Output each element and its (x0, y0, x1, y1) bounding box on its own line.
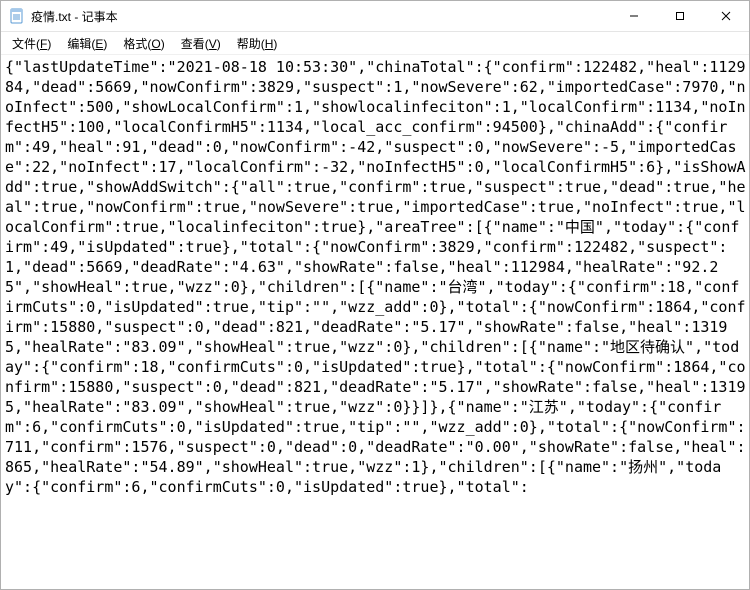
menu-format[interactable]: 格式(O) (116, 33, 171, 54)
window-controls (611, 1, 749, 31)
menu-help-label: 帮助(H) (237, 37, 278, 51)
menubar: 文件(F) 编辑(E) 格式(O) 查看(V) 帮助(H) (1, 32, 749, 55)
maximize-button[interactable] (657, 1, 703, 31)
minimize-icon (629, 11, 639, 21)
menu-file-label: 文件(F) (12, 37, 51, 51)
menu-edit-label: 编辑(E) (67, 37, 107, 51)
menu-format-label: 格式(O) (123, 37, 164, 51)
close-button[interactable] (703, 1, 749, 31)
notepad-icon (9, 8, 25, 24)
menu-edit[interactable]: 编辑(E) (60, 33, 114, 54)
menu-view[interactable]: 查看(V) (174, 33, 228, 54)
content-area: {"lastUpdateTime":"2021-08-18 10:53:30",… (1, 55, 749, 589)
maximize-icon (675, 11, 685, 21)
close-icon (721, 11, 731, 21)
text-content[interactable]: {"lastUpdateTime":"2021-08-18 10:53:30",… (1, 55, 749, 589)
window-title: 疫情.txt - 记事本 (31, 8, 118, 25)
menu-help[interactable]: 帮助(H) (230, 33, 285, 54)
notepad-window: 疫情.txt - 记事本 文件(F) 编辑(E) 格式(O) 查看(V) 帮助(… (0, 0, 750, 590)
titlebar: 疫情.txt - 记事本 (1, 1, 749, 32)
minimize-button[interactable] (611, 1, 657, 31)
menu-file[interactable]: 文件(F) (5, 33, 58, 54)
titlebar-left: 疫情.txt - 记事本 (1, 8, 118, 25)
menu-view-label: 查看(V) (181, 37, 221, 51)
